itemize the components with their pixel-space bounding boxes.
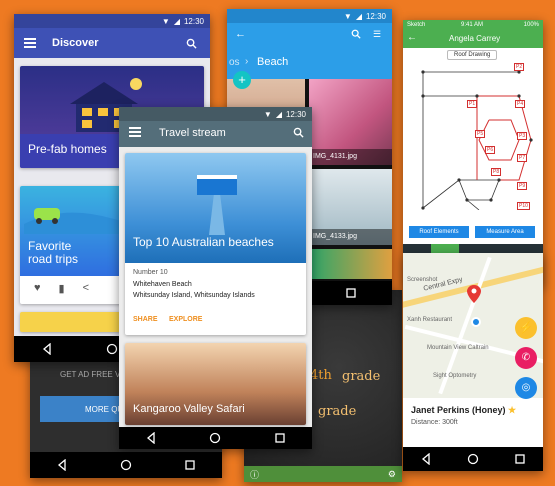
heart-icon[interactable]: ♥ — [34, 282, 41, 295]
point-label[interactable]: P8 — [491, 168, 502, 176]
map-pin-icon[interactable] — [467, 285, 481, 303]
measure-area-button[interactable]: Measure Area — [475, 226, 535, 238]
recents-icon[interactable] — [514, 453, 526, 465]
back-arrow-icon[interactable]: ← — [235, 28, 246, 40]
recents-icon[interactable] — [274, 432, 286, 444]
breadcrumb-parent[interactable]: os — [229, 57, 240, 68]
location-dot — [471, 317, 481, 327]
roof-elements-button[interactable]: Roof Elements — [409, 226, 469, 238]
carrier: Sketch — [407, 22, 426, 28]
map[interactable]: Central Expy Xanh Restaurant Mountain Vi… — [403, 253, 543, 399]
wifi-icon: ▼ — [263, 109, 272, 119]
point-label[interactable]: P5 — [475, 130, 486, 138]
map-phone: Central Expy Xanh Restaurant Mountain Vi… — [403, 253, 543, 471]
breadcrumb-current: Beach — [257, 56, 289, 68]
status-time: 12:30 — [285, 109, 306, 119]
home-icon[interactable] — [120, 459, 132, 471]
star-icon[interactable]: ★ — [508, 405, 516, 415]
search-icon[interactable] — [351, 29, 361, 39]
roof-drawing-phone: Sketch 9:41 AM 100% ← Angela Carrey Roof… — [403, 20, 543, 286]
point-label[interactable]: P1 — [467, 100, 478, 108]
recents-icon[interactable] — [184, 459, 196, 471]
prefab-title: Pre-fab homes — [28, 142, 107, 156]
explore-button[interactable]: EXPLORE — [169, 316, 202, 323]
page-title: Travel stream — [159, 127, 226, 139]
card-title: Kangaroo Valley Safari — [133, 403, 245, 415]
info-icon[interactable]: ⓘ — [250, 468, 259, 481]
nav-bar — [403, 447, 543, 471]
travel-stream-phone: ▼ ◢ 12:30 Travel stream Top 10 Australian … — [119, 107, 312, 449]
phone-icon[interactable]: ✆ — [515, 347, 537, 369]
status-time: 12:30 — [365, 11, 386, 21]
back-icon[interactable] — [420, 453, 432, 465]
battery: 100% — [523, 22, 539, 28]
gear-icon[interactable]: ⚙ — [388, 469, 396, 480]
place-label: Xanh Restaurant — [407, 317, 453, 323]
search-icon[interactable] — [186, 38, 197, 49]
home-icon[interactable] — [467, 453, 479, 465]
chalk-grade: grade — [342, 369, 381, 384]
point-label[interactable]: P2 — [514, 63, 525, 71]
photo-tile[interactable]: IMG_4133.jpg — [309, 169, 392, 245]
contact-name: Janet Perkins (Honey) ★ — [411, 405, 516, 416]
place-label: Screenshot — [407, 277, 438, 283]
signal-icon: ◢ — [275, 109, 282, 119]
user-name: Angela Carrey — [449, 34, 501, 43]
search-icon[interactable] — [293, 127, 304, 138]
card-number: Number 10 — [133, 269, 168, 276]
list-view-icon[interactable]: ☰ — [373, 29, 381, 40]
signal-icon: ◢ — [173, 16, 180, 26]
distance: Distance: 300ft — [411, 419, 458, 426]
point-label[interactable]: P4 — [515, 100, 526, 108]
contact-name-text: Janet Perkins (Honey) — [411, 405, 506, 415]
bookmark-icon[interactable]: ▮ — [59, 282, 65, 295]
my-location-icon[interactable]: ◎ — [515, 377, 537, 399]
wifi-icon: ▼ — [161, 16, 170, 26]
place-label: Sight Optometry — [433, 373, 477, 379]
kangaroo-card[interactable]: Kangaroo Valley Safari — [125, 343, 306, 425]
home-icon[interactable] — [209, 432, 221, 444]
status-time: 9:41 AM — [461, 22, 484, 28]
status-time: 12:30 — [183, 16, 204, 26]
back-icon[interactable] — [41, 343, 53, 355]
card-place-detail: Whitsunday Island, Whitsunday Islands — [133, 292, 255, 299]
point-label[interactable]: P6 — [485, 146, 496, 154]
flash-icon[interactable]: ⚡ — [515, 317, 537, 339]
wifi-icon: ▼ — [343, 11, 352, 21]
nav-bar — [119, 427, 312, 449]
road-trips-title-2: road trips — [28, 252, 79, 266]
drawing-label: Roof Drawing — [447, 50, 498, 60]
point-label[interactable]: P9 — [517, 182, 528, 190]
menu-icon[interactable] — [129, 127, 141, 137]
back-arrow-icon[interactable]: ← — [407, 32, 417, 43]
point-label[interactable]: P7 — [517, 154, 528, 162]
card-title: Top 10 Australian beaches — [133, 235, 274, 249]
chalk-grade-2: grade — [318, 404, 357, 419]
place-label: Mountain View Caltrain — [427, 345, 489, 351]
back-icon[interactable] — [56, 459, 68, 471]
home-icon[interactable] — [106, 343, 118, 355]
file-name: IMG_4131.jpg — [309, 149, 392, 165]
add-fab[interactable]: + — [233, 71, 251, 89]
nav-bar — [30, 452, 222, 478]
photo-tile[interactable] — [309, 249, 392, 279]
card-place: Whitehaven Beach — [133, 281, 192, 288]
page-title: Discover — [52, 37, 99, 49]
back-icon[interactable] — [145, 432, 157, 444]
point-label[interactable]: P3 — [517, 132, 528, 140]
chalk-4th: 4th — [310, 368, 332, 383]
file-name: IMG_4133.jpg — [309, 229, 392, 245]
recents-icon[interactable] — [345, 287, 357, 299]
breadcrumb-chevron-icon: › — [245, 56, 249, 67]
menu-icon[interactable] — [24, 38, 36, 48]
signal-icon: ◢ — [355, 11, 362, 21]
point-label[interactable]: P10 — [517, 202, 530, 210]
share-icon[interactable]: < — [83, 282, 89, 295]
photo-tile[interactable]: IMG_4131.jpg — [309, 79, 392, 165]
beaches-card[interactable]: Top 10 Australian beaches Number 10 Whit… — [125, 153, 306, 335]
share-button[interactable]: SHARE — [133, 316, 158, 323]
